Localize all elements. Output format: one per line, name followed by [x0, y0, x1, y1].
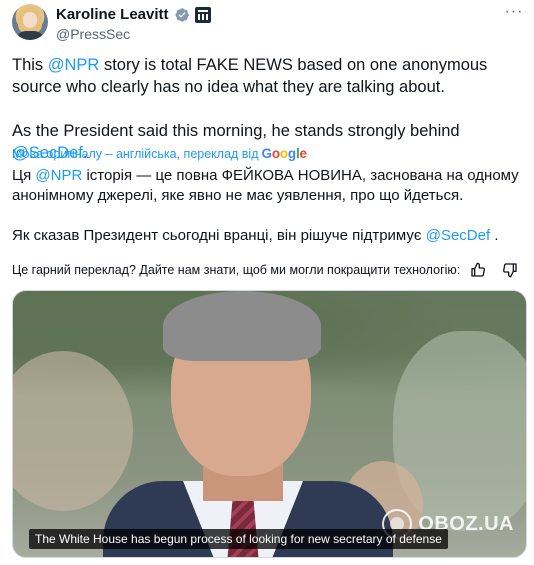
tweet-paragraph-1: This @NPR story is total FAKE NEWS based… [12, 56, 488, 96]
government-building-icon [194, 6, 211, 23]
google-logo: Google [261, 146, 308, 161]
translated-body: Ця @NPR історія — це повна ФЕЙКОВА НОВИН… [12, 166, 524, 246]
thumbs-up-icon[interactable] [470, 262, 486, 278]
feedback-question: Це гарний переклад? Дайте нам знати, щоб… [12, 263, 461, 277]
more-options-icon[interactable]: ··· [502, 4, 526, 24]
mention-npr[interactable]: @NPR [48, 56, 100, 74]
thumbs-down-icon[interactable] [502, 262, 518, 278]
translated-mention-npr[interactable]: @NPR [35, 167, 82, 184]
translation-note-text: Мова оригіналу – англійська, переклад ві… [12, 146, 259, 161]
translated-mention-secdef[interactable]: @SecDef [426, 227, 490, 244]
tweet-header: Karoline Leavitt @PressSec ··· [12, 4, 526, 44]
feedback-buttons [470, 262, 518, 278]
translation-source-note[interactable]: Мова оригіналу – англійська, переклад ві… [12, 146, 307, 161]
author-name[interactable]: Karoline Leavitt [56, 6, 169, 23]
verified-badge-icon [174, 7, 189, 22]
avatar[interactable] [12, 4, 48, 40]
author-handle[interactable]: @PressSec [56, 26, 130, 42]
author-name-row: Karoline Leavitt [56, 6, 211, 23]
tweet-media-photo[interactable]: OBOZ.UA The White House has begun proces… [12, 290, 527, 558]
translation-feedback: Це гарний переклад? Дайте нам знати, щоб… [12, 262, 524, 278]
translated-paragraph-2: Як сказав Президент сьогодні вранці, він… [12, 227, 499, 244]
translated-paragraph-1: Ця @NPR історія — це повна ФЕЙКОВА НОВИН… [12, 167, 519, 204]
photo-caption: The White House has begun process of loo… [29, 529, 448, 549]
